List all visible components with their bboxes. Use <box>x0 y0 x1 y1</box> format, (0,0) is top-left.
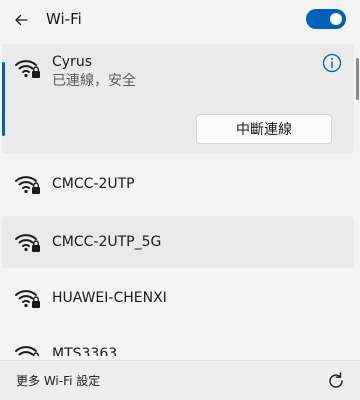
scrollbar-thumb[interactable] <box>356 58 359 100</box>
network-status: 已連線，安全 <box>52 73 136 89</box>
page-title: Wi-Fi <box>46 10 82 28</box>
info-icon[interactable] <box>322 53 342 73</box>
wifi-footer: 更多 Wi-Fi 設定 <box>0 360 360 400</box>
network-list[interactable]: Cyrus 已連線，安全 中斷連線 CMCC-2UTP CMCC-2UTP_5G… <box>0 44 360 356</box>
network-item[interactable]: HUAWEI-CHENXI <box>2 272 354 324</box>
network-item[interactable]: CMCC-2UTP_5G <box>2 216 354 268</box>
network-item[interactable]: MTS3363 <box>2 328 354 356</box>
back-button[interactable] <box>8 7 34 33</box>
disconnect-button[interactable]: 中斷連線 <box>196 114 332 144</box>
wifi-header: Wi-Fi <box>0 0 360 40</box>
arrow-left-icon <box>15 14 28 26</box>
wifi-secured-icon <box>15 346 39 356</box>
network-item[interactable]: CMCC-2UTP <box>2 158 354 210</box>
wifi-flyout: Wi-Fi Cyrus 已連線，安全 中斷連線 CMCC-2UTP CMCC-2… <box>0 0 360 400</box>
network-name: CMCC-2UTP <box>52 176 135 192</box>
wifi-secured-icon <box>15 176 40 194</box>
toggle-knob <box>330 13 342 25</box>
network-name: HUAWEI-CHENXI <box>52 290 167 306</box>
network-name: MTS3363 <box>52 346 118 356</box>
network-name: CMCC-2UTP_5G <box>52 234 162 250</box>
network-name: Cyrus <box>52 54 92 70</box>
wifi-secured-icon <box>15 234 40 252</box>
wifi-secured-icon <box>15 290 40 308</box>
active-indicator <box>2 62 5 136</box>
wifi-toggle[interactable] <box>306 9 346 29</box>
network-item-connected[interactable]: Cyrus 已連線，安全 中斷連線 <box>2 44 354 154</box>
wifi-secured-icon <box>15 60 40 78</box>
more-wifi-settings-link[interactable]: 更多 Wi-Fi 設定 <box>16 373 100 389</box>
refresh-icon[interactable] <box>326 371 346 391</box>
